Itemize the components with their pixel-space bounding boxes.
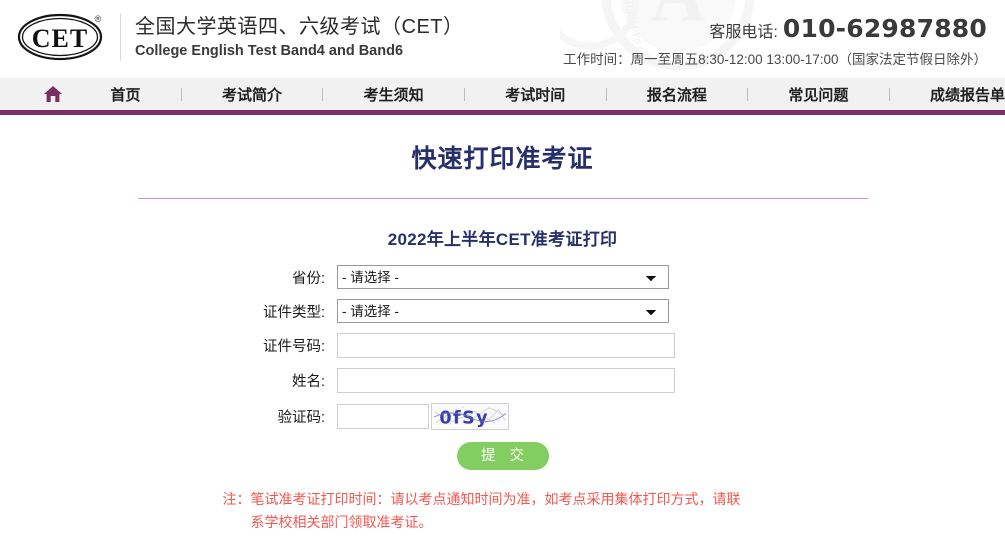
service-phone-number: 010-62987880 xyxy=(782,14,987,43)
print-ticket-form: 省份: - 请选择 - 证件类型: - 请选择 - 证件号码: 姓名: 验证码: xyxy=(0,265,1005,470)
contact-block: 客服电话: 010-62987880 工作时间：周一至周五8:30-12:00 … xyxy=(563,0,987,68)
note-line-2: 系学校相关部门领取准考证。 xyxy=(250,514,433,530)
form-actions: 提 交 xyxy=(0,442,1005,470)
brand-title-en: College English Test Band4 and Band6 xyxy=(135,43,404,59)
page-title-block: 快速打印准考证 xyxy=(0,143,1005,199)
captcha-input[interactable] xyxy=(337,404,429,429)
nav-separator xyxy=(747,87,748,101)
province-select[interactable]: - 请选择 - xyxy=(337,265,669,289)
nav-separator xyxy=(605,87,607,101)
form-heading: 2022年上半年CET准考证打印 xyxy=(387,230,618,249)
title-divider xyxy=(137,198,868,199)
nav-item-candidate-notice[interactable]: 考生须知 xyxy=(364,84,424,105)
svg-text:CET: CET xyxy=(32,24,88,53)
nav-separator xyxy=(464,87,465,101)
nav-item-exam-time[interactable]: 考试时间 xyxy=(505,84,565,105)
nav-item-faq[interactable]: 常见问题 xyxy=(788,84,848,105)
svg-text:®: ® xyxy=(95,14,102,24)
service-phone-label: 客服电话: xyxy=(709,24,778,41)
form-row-id-type: 证件类型: - 请选择 - xyxy=(0,299,1005,323)
nav-item-exam-intro[interactable]: 考试简介 xyxy=(222,84,282,105)
captcha-image[interactable]: 0fSy xyxy=(431,403,509,430)
name-input[interactable] xyxy=(337,368,675,393)
nav-item-score-report[interactable]: 成绩报告单 xyxy=(930,84,1005,105)
province-label: 省份: xyxy=(291,270,325,287)
form-row-province: 省份: - 请选择 - xyxy=(0,265,1005,289)
submit-button[interactable]: 提 交 xyxy=(456,442,549,470)
page-title: 快速打印准考证 xyxy=(411,145,594,173)
nav-separator xyxy=(180,87,182,101)
brand-divider xyxy=(120,13,121,61)
work-hours-text: 工作时间：周一至周五8:30-12:00 13:00-17:00（国家法定节假日… xyxy=(563,52,987,67)
id-number-label: 证件号码: xyxy=(262,339,325,355)
brand-title-cn: 全国大学英语四、六级考试（CET） xyxy=(135,16,464,38)
id-type-select[interactable]: - 请选择 - xyxy=(337,299,669,323)
brand-block: CET ® 全国大学英语四、六级考试（CET） College English … xyxy=(16,0,464,63)
name-label: 姓名: xyxy=(291,374,325,390)
id-number-input[interactable] xyxy=(337,333,675,358)
print-time-note: 注：笔试准考证打印时间：请以考点通知时间为准，如考点采用集体打印方式，请联 系学… xyxy=(223,488,783,534)
nav-item-registration-process[interactable]: 报名流程 xyxy=(647,84,707,105)
form-row-name: 姓名: xyxy=(0,368,1005,393)
form-row-id-number: 证件号码: xyxy=(0,333,1005,358)
main-navigation: 首页 考试简介 考生须知 考试时间 报名流程 常见问题 成绩报告单 xyxy=(0,78,1005,115)
site-header: A ENGLISH TEST CET ® 全国大学英语四、六级考试（CET） C… xyxy=(0,0,1005,78)
nav-item-home[interactable]: 首页 xyxy=(110,84,140,105)
nav-separator xyxy=(888,87,890,101)
id-type-label: 证件类型: xyxy=(262,304,325,321)
nav-separator xyxy=(322,87,324,101)
captcha-text: 0fSy xyxy=(439,408,489,428)
captcha-label: 验证码: xyxy=(277,410,325,426)
note-line-1: 注：笔试准考证打印时间：请以考点通知时间为准，如考点采用集体打印方式，请联 xyxy=(222,491,741,507)
home-icon[interactable] xyxy=(42,84,64,104)
form-row-captcha: 验证码: 0fSy xyxy=(0,403,1005,430)
cet-logo-icon: CET ® xyxy=(16,11,108,63)
